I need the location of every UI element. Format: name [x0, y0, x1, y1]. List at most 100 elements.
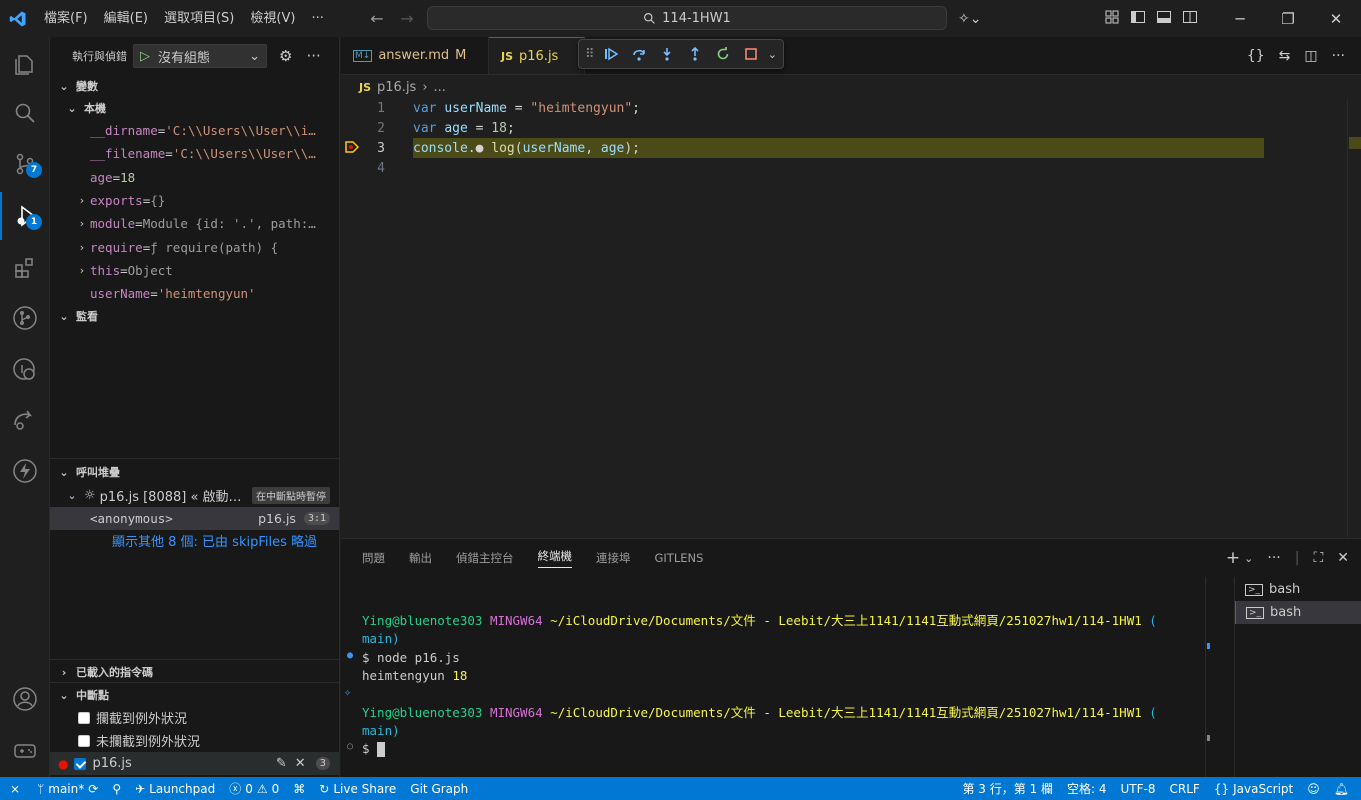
variables-section-header[interactable]: ⌄ 變數 — [50, 75, 339, 97]
breakpoint-paused-icon[interactable] — [345, 140, 360, 158]
bp-file-row[interactable]: ● p16.js ✎ ✕ 3 — [50, 752, 339, 775]
new-terminal-icon[interactable]: + — [1226, 548, 1240, 568]
toggle-secondary-sidebar-icon[interactable] — [1182, 9, 1198, 29]
notifications-bell-icon[interactable]: 🔔︎ — [1327, 777, 1361, 800]
menu-item-1[interactable]: 編輯(E) — [96, 0, 156, 37]
step-out-icon[interactable] — [684, 43, 706, 65]
remote-explorer-icon[interactable] — [0, 346, 50, 394]
terminal-output[interactable]: Ying@bluenote303 MINGW64 ~/iCloudDrive/D… — [341, 577, 1219, 777]
panel-tab-2[interactable]: 偵錯主控台 — [456, 550, 514, 566]
debug-config-select[interactable]: ▷ 沒有組態 ⌄ — [133, 44, 267, 68]
step-over-icon[interactable] — [628, 43, 650, 65]
variable-row[interactable]: › module = Module {id: '.', path:… — [50, 212, 339, 235]
toggle-panel-icon[interactable] — [1156, 9, 1172, 29]
continue-icon[interactable] — [601, 43, 623, 65]
copilot-status-icon[interactable]: ☺ — [1300, 777, 1327, 800]
command-center-search[interactable]: 114-1HW1 — [427, 6, 947, 30]
sync-icon[interactable]: ⟳ — [88, 782, 98, 796]
bp-uncaught-row[interactable]: 未攔截到例外狀況 — [50, 729, 339, 752]
more-actions-icon[interactable]: ··· — [306, 47, 320, 65]
editor-scrollbar[interactable] — [1347, 99, 1361, 537]
customize-layout-icon[interactable] — [1104, 9, 1120, 29]
bp-file-checkbox[interactable] — [74, 757, 87, 770]
run-debug-icon[interactable]: 1 — [0, 192, 50, 240]
open-launch-json-gear-icon[interactable]: ⚙ — [279, 47, 292, 65]
remove-bp-icon[interactable]: ✕ — [295, 756, 306, 771]
restart-icon[interactable] — [712, 43, 734, 65]
variable-row[interactable]: › exports = {} — [50, 189, 339, 212]
variable-row[interactable]: __filename = 'C:\\Users\\User\\… — [50, 142, 339, 165]
maximize-panel-icon[interactable]: ⛶ — [1313, 550, 1323, 566]
breadcrumb-file[interactable]: p16.js — [377, 80, 416, 95]
tab-p16-js[interactable]: JS p16.js — [489, 37, 585, 74]
braces-icon[interactable]: {} — [1247, 48, 1265, 64]
terminal-scrollbar[interactable] — [1205, 577, 1219, 777]
menu-item-0[interactable]: 檔案(F) — [36, 0, 96, 37]
remote-indicator-icon[interactable]: ⨯ — [0, 777, 30, 800]
bp-caught-row[interactable]: 攔截到例外狀況 — [50, 706, 339, 729]
live-share-icon[interactable] — [0, 396, 50, 444]
step-into-icon[interactable] — [656, 43, 678, 65]
toggle-primary-sidebar-icon[interactable] — [1130, 9, 1146, 29]
close-panel-icon[interactable]: ✕ — [1337, 550, 1349, 566]
indentation[interactable]: 空格: 4 — [1060, 777, 1114, 800]
callstack-thread[interactable]: ⌄ ☼ p16.js [8088] « 啟動… 在中斷點時暫停 — [50, 483, 339, 507]
breadcrumb-more[interactable]: ... — [434, 80, 446, 95]
gitlens-icon[interactable]: ⚲ — [105, 777, 128, 800]
panel-tab-0[interactable]: 問題 — [362, 550, 385, 566]
debug-status-icon[interactable]: ⌘ — [286, 777, 312, 800]
explorer-icon[interactable] — [0, 40, 50, 88]
menu-item-2[interactable]: 選取項目(S) — [156, 0, 242, 37]
chevron-down-icon[interactable]: ⌄ — [1244, 552, 1253, 565]
bp-uncaught-checkbox[interactable] — [78, 734, 90, 747]
variable-row[interactable]: userName = 'heimtengyun' — [50, 282, 339, 305]
menu-item-3[interactable]: 檢視(V) — [242, 0, 303, 37]
git-graph-icon[interactable] — [0, 294, 50, 342]
compare-changes-icon[interactable]: ⇆ — [1279, 48, 1291, 64]
more-actions-icon[interactable]: ··· — [1267, 550, 1280, 566]
branch-indicator[interactable]: ᛘ main* ⟳ — [30, 777, 105, 800]
back-arrow-icon[interactable]: ← — [364, 9, 390, 28]
variable-row[interactable]: › require = ƒ require(path) { — [50, 235, 339, 258]
edit-pencil-icon[interactable]: ✎ — [276, 756, 287, 771]
manage-gear-icon[interactable] — [0, 727, 50, 775]
panel-tab-4[interactable]: 連接埠 — [596, 550, 631, 566]
end-of-line[interactable]: CRLF — [1163, 777, 1207, 800]
terminal-item-bash-2[interactable]: >_ bash — [1235, 601, 1361, 624]
live-share-item[interactable]: ↻ Live Share — [312, 777, 403, 800]
variable-row[interactable]: › this = Object — [50, 259, 339, 282]
thunder-client-icon[interactable] — [0, 447, 50, 495]
tab-answer-md[interactable]: M↓ answer.md M — [341, 37, 489, 74]
variable-row[interactable]: __dirname = 'C:\\Users\\User\\i… — [50, 119, 339, 142]
launchpad-item[interactable]: ✈ Launchpad — [128, 777, 222, 800]
accounts-icon[interactable] — [0, 675, 50, 723]
show-more-frames-link[interactable]: 顯示其他 8 個: 已由 skipFiles 略過 — [50, 530, 339, 550]
menu-item-4[interactable]: ··· — [303, 0, 331, 37]
drag-handle-icon[interactable]: ⠿ — [585, 47, 595, 62]
stop-icon[interactable] — [740, 43, 762, 65]
local-scope-header[interactable]: ⌄ 本機 — [50, 97, 339, 119]
encoding[interactable]: UTF-8 — [1114, 777, 1163, 800]
close-window-icon[interactable]: ✕ — [1312, 10, 1360, 28]
minimize-icon[interactable]: ─ — [1216, 10, 1264, 28]
extensions-icon[interactable] — [0, 244, 50, 292]
sparkle-icon[interactable]: ✧ — [344, 685, 351, 699]
search-view-icon[interactable] — [0, 89, 50, 137]
bp-caught-checkbox[interactable] — [78, 711, 90, 724]
panel-tab-1[interactable]: 輸出 — [409, 550, 432, 566]
forward-arrow-icon[interactable]: → — [394, 9, 420, 28]
language-mode[interactable]: {} JavaScript — [1207, 777, 1300, 800]
breakpoints-header[interactable]: ⌄ 中斷點 — [50, 684, 339, 706]
cursor-position[interactable]: 第 3 行，第 1 欄 — [955, 777, 1060, 800]
source-control-icon[interactable]: 7 — [0, 140, 50, 188]
callstack-section-header[interactable]: ⌄ 呼叫堆疊 — [50, 461, 339, 483]
panel-tab-5[interactable]: GITLENS — [655, 551, 704, 565]
panel-tab-3[interactable]: 終端機 — [537, 548, 572, 568]
copilot-icon[interactable]: ✧⌄ — [958, 11, 981, 27]
chevron-down-icon[interactable]: ⌄ — [768, 48, 777, 61]
split-editor-icon[interactable]: ◫ — [1304, 48, 1317, 64]
code-editor[interactable]: 1 var userName = "heimtengyun"; 2 var age =… — [341, 98, 1341, 518]
watch-section-header[interactable]: ⌄ 監看 — [50, 305, 339, 327]
start-debug-icon[interactable]: ▷ — [140, 49, 150, 64]
more-actions-icon[interactable]: ··· — [1332, 48, 1345, 64]
